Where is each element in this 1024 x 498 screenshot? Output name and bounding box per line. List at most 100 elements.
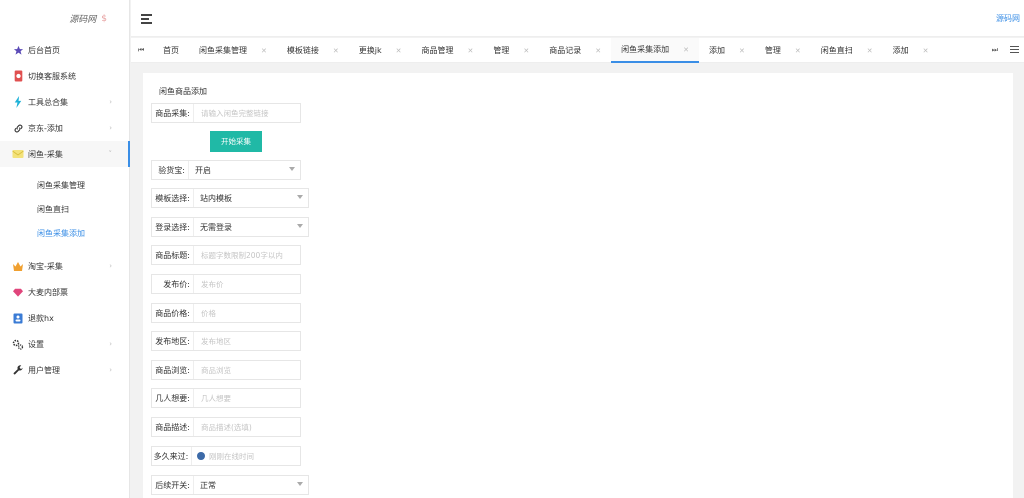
tabs-next-icon[interactable]: ⏭ [992, 46, 998, 55]
check-label: 验货宝: [152, 161, 189, 179]
chevron-right-icon: › [109, 98, 112, 106]
form-row-title: 商品标题: [151, 245, 301, 265]
close-icon[interactable]: ✕ [795, 47, 801, 55]
form-row-pub-price: 发布价: [151, 274, 301, 294]
wants-input[interactable] [194, 389, 300, 407]
sidebar-item-refund[interactable]: 退款hx [0, 305, 129, 331]
tab-xianyu-scan[interactable]: 闲鱼直扫 ✕ [811, 38, 883, 63]
top-header: 源码网 [131, 0, 1024, 37]
sidebar-item-jd-add[interactable]: 京东-添加 › [0, 115, 129, 141]
sidebar-subitem-xianyu-add[interactable]: 闲鱼采集添加 [0, 221, 129, 245]
tab-template-link[interactable]: 模板链接 ✕ [277, 38, 349, 63]
gem-icon [12, 286, 24, 298]
logo-text: 源码网 [69, 15, 97, 25]
price-input[interactable] [194, 304, 300, 322]
views-input[interactable] [194, 361, 300, 379]
close-icon[interactable]: ✕ [923, 47, 929, 55]
sidebar-item-taobao-collect[interactable]: 淘宝-采集 › [0, 253, 129, 279]
envelope-icon [12, 148, 24, 160]
desc-input[interactable] [194, 418, 300, 436]
chevron-right-icon: › [109, 366, 112, 374]
sidebar-item-users[interactable]: 用户管理 › [0, 357, 129, 383]
close-icon[interactable]: ✕ [261, 47, 267, 55]
contact-card-icon [12, 312, 24, 324]
pub-price-input[interactable] [194, 275, 300, 293]
wants-label: 几人想要: [152, 389, 194, 407]
tab-manage[interactable]: 管理 ✕ [483, 38, 539, 63]
tab-add[interactable]: 添加 ✕ [699, 38, 755, 63]
tab-goods-record[interactable]: 商品记录 ✕ [539, 38, 611, 63]
sidebar: 源码网 $ 后台首页 切换客服系统 工具总合集 › 京东-添加 › 闲鱼-采集 … [0, 0, 130, 498]
close-icon[interactable]: ✕ [867, 47, 873, 55]
menu-toggle-icon[interactable] [141, 14, 152, 24]
follow-select[interactable]: 正常 [194, 476, 308, 494]
link-icon [12, 122, 24, 134]
template-select-value: 站内模板 [200, 193, 232, 203]
tab-label: 更换jk [358, 46, 382, 55]
caret-down-icon [297, 482, 303, 486]
caret-down-icon [297, 195, 303, 199]
form-row-price: 商品价格: [151, 303, 301, 323]
sidebar-item-settings[interactable]: 设置 › [0, 331, 129, 357]
sidebar-item-label: 京东-添加 [28, 123, 63, 133]
sidebar-item-label: 淘宝-采集 [28, 261, 63, 271]
tab-xianyu-manage[interactable]: 闲鱼采集管理 ✕ [189, 38, 277, 63]
sidebar-item-damai[interactable]: 大麦内部票 [0, 279, 129, 305]
sidebar-item-label: 大麦内部票 [28, 287, 68, 297]
tab-goods-manage[interactable]: 商品管理 ✕ [411, 38, 483, 63]
follow-select-value: 正常 [200, 480, 216, 490]
since-input[interactable] [202, 447, 300, 465]
sidebar-item-home[interactable]: 后台首页 [0, 37, 129, 63]
tab-label: 商品记录 [549, 46, 582, 55]
chevron-right-icon: › [109, 340, 112, 348]
form-row-template: 模板选择: 站内模板 [151, 188, 309, 208]
tab-add-2[interactable]: 添加 ✕ [883, 38, 939, 63]
tab-xianyu-add[interactable]: 闲鱼采集添加 ✕ [611, 38, 699, 63]
tabs-prev-icon[interactable]: ⏮ [138, 46, 144, 55]
check-select-value: 开启 [195, 165, 211, 175]
form-card: 闲鱼商品添加 商品采集: 开始采集 验货宝: 开启 模板选择: 站内模板 登录选… [143, 73, 1013, 498]
close-icon[interactable]: ✕ [739, 47, 745, 55]
close-icon[interactable]: ✕ [683, 46, 689, 54]
check-select[interactable]: 开启 [189, 161, 300, 179]
sidebar-item-tools[interactable]: 工具总合集 › [0, 89, 129, 115]
template-label: 模板选择: [152, 189, 194, 207]
caret-down-icon [289, 167, 295, 171]
tab-manage-2[interactable]: 管理 ✕ [755, 38, 811, 63]
caret-down-icon [297, 224, 303, 228]
logo-mark: $ [101, 13, 107, 24]
form-row-collect: 商品采集: [151, 103, 301, 123]
tab-change-jk[interactable]: 更换jk ✕ [349, 38, 412, 63]
close-icon[interactable]: ✕ [595, 47, 601, 55]
collect-url-input[interactable] [194, 104, 300, 122]
sidebar-subitem-xianyu-scan[interactable]: 闲鱼直扫 [0, 197, 129, 221]
wrench-icon [12, 364, 24, 376]
tab-label: 模板链接 [286, 46, 319, 55]
form-row-follow: 后续开关: 正常 [151, 475, 309, 495]
sidebar-item-xianyu-collect[interactable]: 闲鱼-采集 ˅ [0, 141, 130, 167]
brand-link[interactable]: 源码网 [996, 13, 1020, 24]
sidebar-submenu: 闲鱼采集管理 闲鱼直扫 闲鱼采集添加 [0, 167, 129, 253]
pub-price-label: 发布价: [152, 275, 194, 293]
region-input[interactable] [194, 332, 300, 350]
close-icon[interactable]: ✕ [467, 47, 473, 55]
goods-title-input[interactable] [194, 246, 300, 264]
close-icon[interactable]: ✕ [333, 47, 339, 55]
sidebar-subitem-xianyu-manage[interactable]: 闲鱼采集管理 [0, 173, 129, 197]
sidebar-item-switch-service[interactable]: 切换客服系统 [0, 63, 129, 89]
chevron-down-icon: ˅ [108, 150, 113, 158]
sidebar-item-label: 后台首页 [28, 45, 60, 55]
tab-bar: ⏮ 首页 闲鱼采集管理 ✕ 模板链接 ✕ 更换jk ✕ 商品管理 ✕ 管理 ✕ 商品记录 ✕… [131, 38, 1024, 63]
close-icon[interactable]: ✕ [396, 47, 402, 55]
chevron-right-icon: › [109, 262, 112, 270]
tabs-menu-icon[interactable] [1010, 46, 1019, 54]
tab-home[interactable]: 首页 [153, 38, 189, 63]
login-select[interactable]: 无需登录 [194, 218, 308, 236]
start-collect-button[interactable]: 开始采集 [210, 131, 262, 152]
template-select[interactable]: 站内模板 [194, 189, 308, 207]
form-row-check: 验货宝: 开启 [151, 160, 301, 180]
logo[interactable]: 源码网 $ [0, 0, 129, 37]
close-icon[interactable]: ✕ [523, 47, 529, 55]
price-label: 商品价格: [152, 304, 194, 322]
sidebar-menu-lower: 淘宝-采集 › 大麦内部票 退款hx 设置 › 用户管理 › [0, 253, 129, 383]
